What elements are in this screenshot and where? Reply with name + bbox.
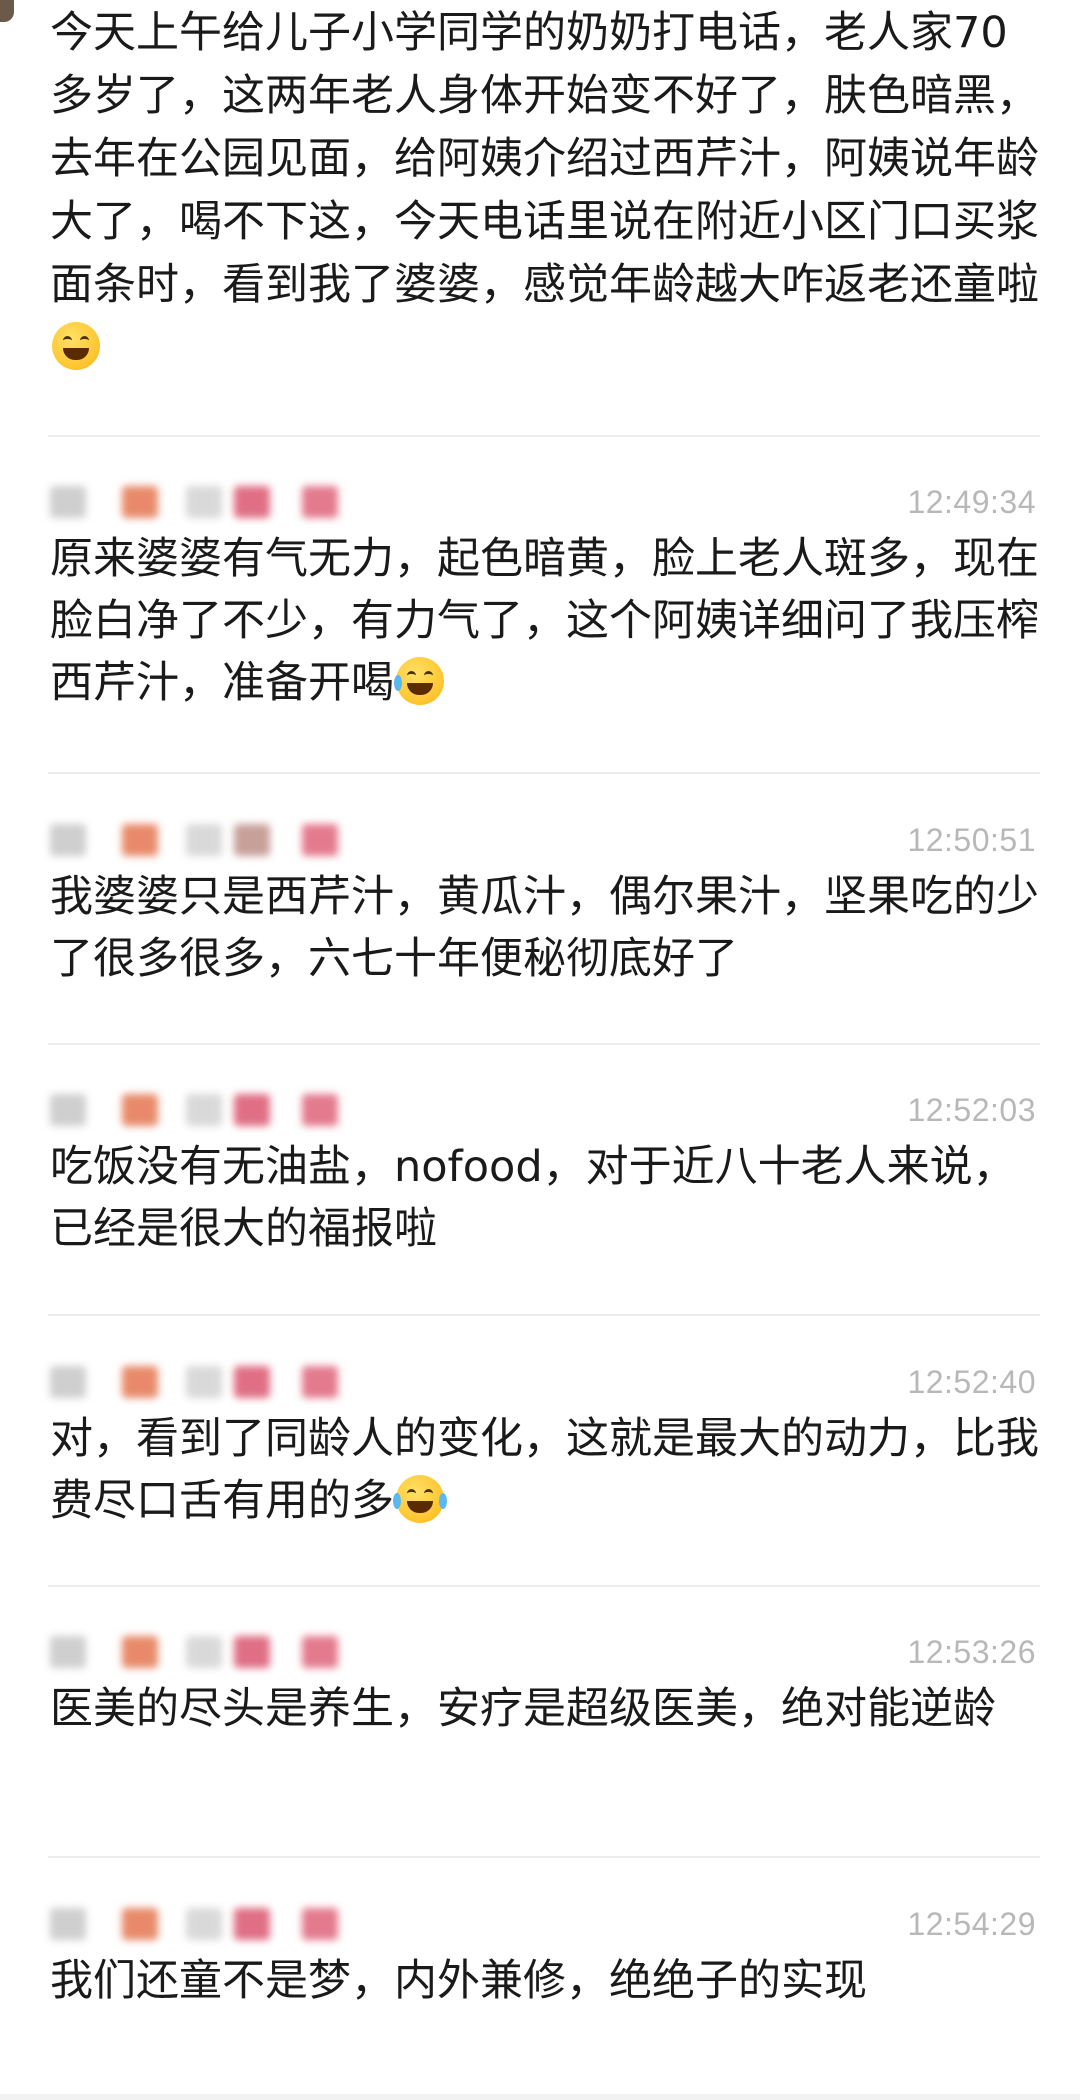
divider: [48, 1856, 1040, 1858]
divider: [48, 435, 1040, 437]
divider: [48, 772, 1040, 774]
comment-timestamp: 12:49:34: [907, 484, 1036, 520]
blurred-username: [50, 1634, 390, 1670]
comment-timestamp: 12:54:29: [907, 1906, 1036, 1942]
crying-laughing-emoji: [394, 657, 444, 705]
comment-text: 医美的尽头是养生，安疗是超级医美，绝对能逆龄: [50, 1684, 996, 1734]
comment-item: 12:52:40 对，看到了同龄人的变化，这就是最大的动力，比我费尽口舌有用的多: [0, 1364, 1080, 1574]
divider: [48, 1314, 1040, 1316]
comment-thread: 今天上午给儿子小学同学的奶奶打电话，老人家70多岁了，这两年老人身体开始变不好了…: [0, 0, 1080, 2100]
grinning-emoji: [52, 322, 100, 370]
bottom-divider: [0, 2094, 1080, 2100]
comment-timestamp: 12:52:03: [907, 1092, 1036, 1128]
post-text-content: 今天上午给儿子小学同学的奶奶打电话，老人家70多岁了，这两年老人身体开始变不好了…: [50, 8, 1039, 310]
avatar-edge: [0, 0, 14, 22]
divider: [48, 1585, 1040, 1587]
blurred-username: [50, 1906, 390, 1942]
comment-timestamp: 12:53:26: [907, 1634, 1036, 1670]
comment-item: 12:54:29 我们还童不是梦，内外兼修，绝绝子的实现: [0, 1906, 1080, 2046]
post-text: 今天上午给儿子小学同学的奶奶打电话，老人家70多岁了，这两年老人身体开始变不好了…: [50, 2, 1050, 380]
comment-text: 吃饭没有无油盐，nofood，对于近八十老人来说，已经是很大的福报啦: [50, 1142, 1016, 1254]
blurred-username: [50, 1092, 390, 1128]
tears-of-joy-emoji: [393, 1475, 447, 1523]
comment-timestamp: 12:50:51: [907, 822, 1036, 858]
divider: [48, 1043, 1040, 1045]
comment-item: 12:49:34 原来婆婆有气无力，起色暗黄，脸上老人斑多，现在脸白净了不少，有…: [0, 484, 1080, 744]
comment-item: 12:50:51 我婆婆只是西芹汁，黄瓜汁，偶尔果汁，坚果吃的少了很多很多，六七…: [0, 822, 1080, 1032]
blurred-username: [50, 1364, 390, 1400]
comment-text: 对，看到了同龄人的变化，这就是最大的动力，比我费尽口舌有用的多: [50, 1414, 1039, 1526]
comment-text: 我婆婆只是西芹汁，黄瓜汁，偶尔果汁，坚果吃的少了很多很多，六七十年便秘彻底好了: [50, 872, 1039, 984]
comment-text: 原来婆婆有气无力，起色暗黄，脸上老人斑多，现在脸白净了不少，有力气了，这个阿姨详…: [50, 534, 1039, 708]
comment-text: 我们还童不是梦，内外兼修，绝绝子的实现: [50, 1956, 867, 2006]
blurred-username: [50, 484, 390, 520]
comment-timestamp: 12:52:40: [907, 1364, 1036, 1400]
comment-item: 12:53:26 医美的尽头是养生，安疗是超级医美，绝对能逆龄: [0, 1634, 1080, 1844]
comment-item: 12:52:03 吃饭没有无油盐，nofood，对于近八十老人来说，已经是很大的…: [0, 1092, 1080, 1302]
blurred-username: [50, 822, 390, 858]
